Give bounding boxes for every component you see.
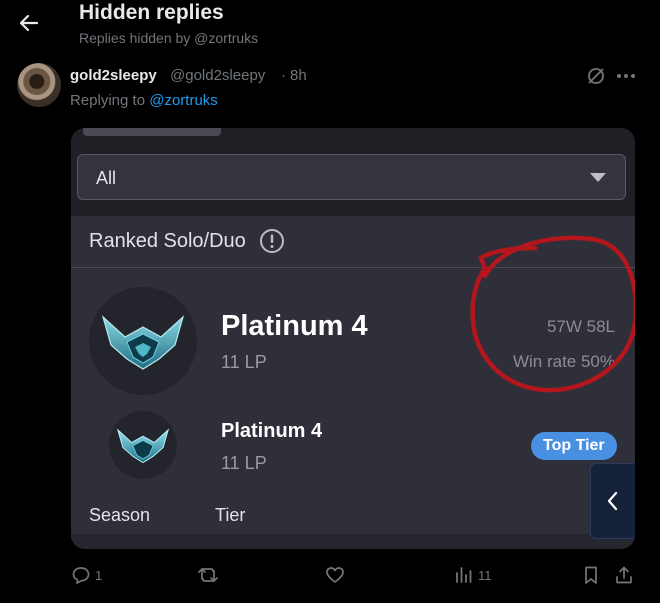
reply-action[interactable]: 1 [71,562,102,588]
card-tab [83,128,221,136]
caret-down-icon [590,173,606,182]
page-title: Hidden replies [79,1,224,24]
tweet-timestamp[interactable]: 8h [290,67,307,84]
share-action[interactable] [614,562,634,588]
queue-filter-select[interactable]: All [77,154,626,200]
bookmark-action[interactable] [581,562,601,588]
more-button[interactable] [615,66,637,86]
avatar[interactable] [17,63,61,107]
share-icon [616,566,632,584]
like-action[interactable] [325,562,349,588]
retweet-icon [198,568,218,582]
meta-separator: · [281,67,286,84]
queue-title: Ranked Solo/Duo [89,230,246,252]
current-lp: 11 LP [221,352,267,372]
hide-reply-icon [588,68,604,84]
replying-to: Replying to @zortruks [70,92,218,109]
hide-reply-button[interactable] [585,65,607,87]
bookmark-icon [585,566,597,584]
author-handle[interactable]: @gold2sleepy [170,67,265,84]
replying-prefix: Replying to [70,92,150,109]
platinum-emblem-small-icon [116,428,170,464]
author-name[interactable]: gold2sleepy [70,67,157,84]
attached-image[interactable]: All Ranked Solo/Duo Platinum 4 11 LP 57W… [71,128,635,549]
back-arrow-icon [19,14,39,32]
top-tier-badge: Top Tier [531,432,617,460]
column-header-tier: Tier [215,505,246,525]
peak-tier: Platinum 4 [221,420,323,442]
more-icon [617,74,635,78]
chevron-left-icon [607,491,618,511]
reply-count: 1 [95,567,103,583]
back-button[interactable] [14,8,44,38]
page-subtitle: Replies hidden by @zortruks [79,30,259,46]
red-circle-annotation [470,235,635,393]
info-icon[interactable] [259,228,285,254]
win-loss-record: 57W 58L [546,317,615,336]
table-body-strip [71,534,635,549]
reply-icon [72,567,90,584]
win-rate: Win rate 50% [512,352,615,371]
rank-emblem-small [109,411,177,479]
collapse-side-button[interactable] [590,463,635,539]
queue-filter-value: All [96,168,117,188]
like-icon [326,567,344,583]
peak-lp: 11 LP [221,453,267,473]
divider [71,267,635,268]
current-tier: Platinum 4 [221,310,368,342]
retweet-action[interactable] [197,562,223,588]
views-icon [456,567,472,583]
rank-emblem-large [89,287,197,395]
views-count: 11 [478,567,492,583]
platinum-emblem-icon [101,315,185,370]
column-header-season: Season [89,505,151,525]
replying-to-link[interactable]: @zortruks [149,92,218,109]
views-action[interactable]: 11 [454,562,492,588]
